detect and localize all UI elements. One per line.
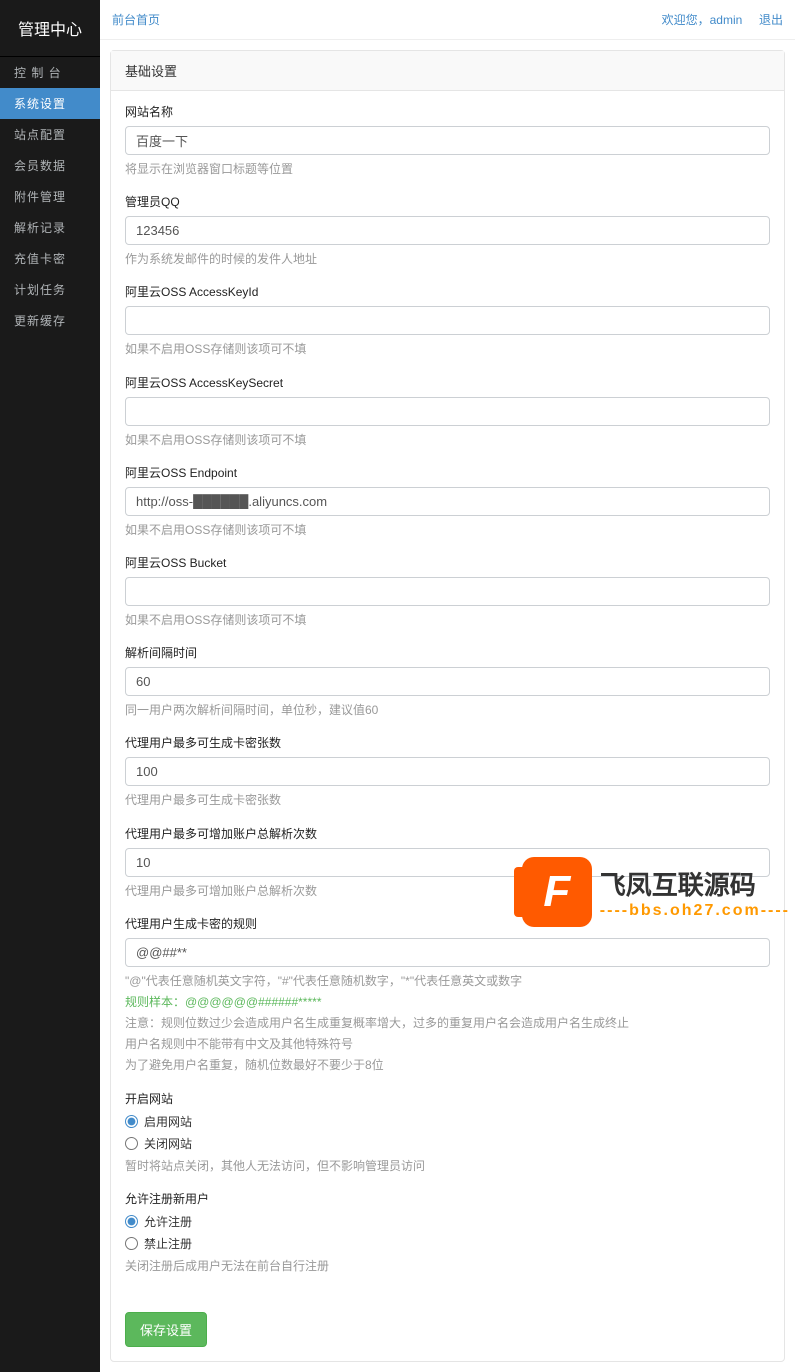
nav-recharge-cards[interactable]: 充值卡密 (0, 243, 100, 274)
maxparse-label: 代理用户最多可增加账户总解析次数 (125, 825, 770, 842)
oss-secret-label: 阿里云OSS AccessKeySecret (125, 374, 770, 391)
allowreg-no-radio[interactable] (125, 1237, 138, 1250)
cardrule-help3: 注意：规则位数过少会造成用户名生成重复概率增大，过多的重复用户名会造成用户名生成… (125, 1014, 770, 1033)
oss-secret-help: 如果不启用OSS存储则该项可不填 (125, 431, 770, 450)
nav-cache[interactable]: 更新缓存 (0, 305, 100, 336)
interval-help: 同一用户两次解析间隔时间，单位秒，建议值60 (125, 701, 770, 720)
siteopen-disable-radio[interactable] (125, 1137, 138, 1150)
allowreg-no-text: 禁止注册 (144, 1235, 192, 1252)
oss-bucket-label: 阿里云OSS Bucket (125, 554, 770, 571)
cardrule-help1: "@"代表任意随机英文字符，"#"代表任意随机数字，"*"代表任意英文或数字 (125, 972, 770, 991)
interval-label: 解析间隔时间 (125, 644, 770, 661)
settings-panel: 基础设置 网站名称 将显示在浏览器窗口标题等位置 管理员QQ 作为系统发邮件的时… (110, 50, 785, 1362)
allowreg-label: 允许注册新用户 (125, 1190, 770, 1207)
allowreg-yes-radio[interactable] (125, 1215, 138, 1228)
sidebar: 管理中心 控 制 台 系统设置 站点配置 会员数据 附件管理 解析记录 充值卡密… (0, 0, 100, 1372)
maxcards-help: 代理用户最多可生成卡密张数 (125, 791, 770, 810)
current-user-link[interactable]: admin (710, 13, 743, 27)
nav-parse-logs[interactable]: 解析记录 (0, 212, 100, 243)
nav-attachments[interactable]: 附件管理 (0, 181, 100, 212)
allowreg-yes-text: 允许注册 (144, 1213, 192, 1230)
siteopen-disable-text: 关闭网站 (144, 1135, 192, 1152)
site-name-label: 网站名称 (125, 103, 770, 120)
nav-site-config[interactable]: 站点配置 (0, 119, 100, 150)
siteopen-help: 暂时将站点关闭，其他人无法访问，但不影响管理员访问 (125, 1157, 770, 1176)
logout-link[interactable]: 退出 (759, 13, 783, 27)
interval-input[interactable] (125, 667, 770, 696)
nav-list: 控 制 台 系统设置 站点配置 会员数据 附件管理 解析记录 充值卡密 计划任务… (0, 57, 100, 336)
oss-keyid-input[interactable] (125, 306, 770, 335)
nav-dashboard[interactable]: 控 制 台 (0, 57, 100, 88)
cardrule-help4: 用户名规则中不能带有中文及其他特殊符号 (125, 1035, 770, 1054)
oss-secret-input[interactable] (125, 397, 770, 426)
siteopen-enable-text: 启用网站 (144, 1113, 192, 1130)
save-button[interactable]: 保存设置 (125, 1312, 207, 1347)
watermark-title: 飞凤互联源码 (600, 865, 790, 902)
oss-keyid-label: 阿里云OSS AccessKeyId (125, 283, 770, 300)
frontend-home-link[interactable]: 前台首页 (112, 11, 160, 28)
oss-bucket-input[interactable] (125, 577, 770, 606)
admin-qq-label: 管理员QQ (125, 193, 770, 210)
panel-title: 基础设置 (111, 51, 784, 91)
watermark-url: ----bbs.oh27.com---- (600, 902, 790, 920)
cardrule-input[interactable] (125, 938, 770, 967)
maxcards-label: 代理用户最多可生成卡密张数 (125, 734, 770, 751)
maxcards-input[interactable] (125, 757, 770, 786)
oss-endpoint-help: 如果不启用OSS存储则该项可不填 (125, 521, 770, 540)
welcome-text: 欢迎您， (662, 13, 710, 27)
site-name-input[interactable] (125, 126, 770, 155)
oss-endpoint-label: 阿里云OSS Endpoint (125, 464, 770, 481)
siteopen-label: 开启网站 (125, 1090, 770, 1107)
site-name-help: 将显示在浏览器窗口标题等位置 (125, 160, 770, 179)
main: 前台首页 欢迎您，admin 退出 基础设置 网站名称 将显示在浏览器窗口标题等… (100, 0, 795, 1372)
nav-members[interactable]: 会员数据 (0, 150, 100, 181)
watermark: F 飞凤互联源码 ----bbs.oh27.com---- (522, 857, 790, 927)
admin-qq-input[interactable] (125, 216, 770, 245)
oss-bucket-help: 如果不启用OSS存储则该项可不填 (125, 611, 770, 630)
oss-keyid-help: 如果不启用OSS存储则该项可不填 (125, 340, 770, 359)
topbar: 前台首页 欢迎您，admin 退出 (100, 0, 795, 40)
oss-endpoint-input[interactable] (125, 487, 770, 516)
allowreg-help: 关闭注册后成用户无法在前台自行注册 (125, 1257, 770, 1276)
cardrule-help5: 为了避免用户名重复，随机位数最好不要少于8位 (125, 1056, 770, 1075)
brand-title: 管理中心 (0, 0, 100, 57)
watermark-logo-icon: F (522, 857, 592, 927)
cardrule-help2: 规则样本：@@@@@@######***** (125, 993, 770, 1012)
siteopen-enable-radio[interactable] (125, 1115, 138, 1128)
nav-cron[interactable]: 计划任务 (0, 274, 100, 305)
nav-system-settings[interactable]: 系统设置 (0, 88, 100, 119)
admin-qq-help: 作为系统发邮件的时候的发件人地址 (125, 250, 770, 269)
